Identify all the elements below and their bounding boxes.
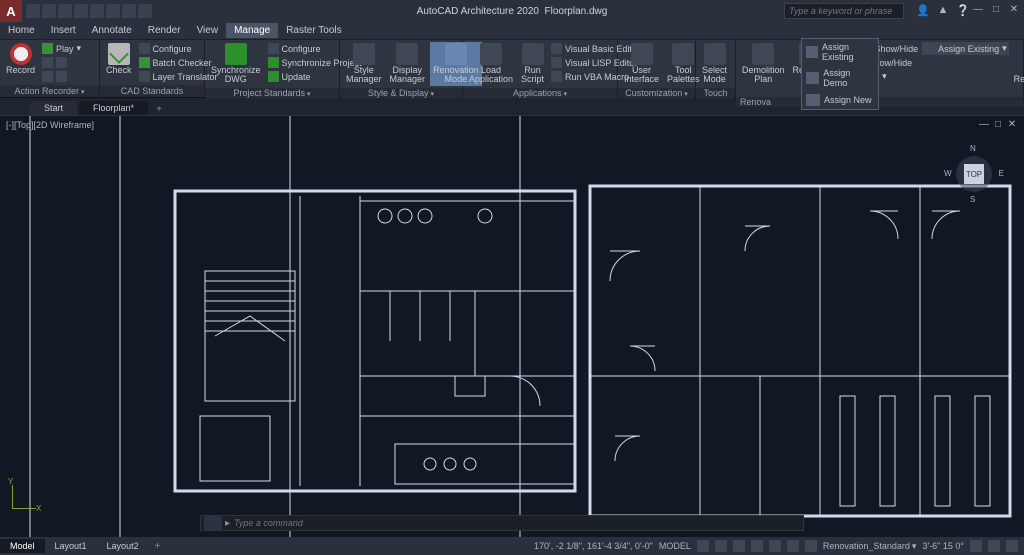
status-toggle[interactable] [787, 540, 799, 552]
maximize-button[interactable]: □ [988, 2, 1004, 16]
menu-annotate[interactable]: Annotate [84, 23, 140, 38]
panel-touch[interactable]: Touch [696, 88, 735, 98]
help-search-input[interactable] [785, 4, 903, 18]
angle-readout[interactable]: 3'-6" 15 0° [922, 541, 964, 551]
status-toggle[interactable] [988, 540, 1000, 552]
command-line[interactable]: ▸ [200, 515, 804, 531]
user-icon[interactable]: 👤 [916, 3, 930, 17]
display-manager-button[interactable]: Display Manager [387, 42, 429, 86]
status-bar: 170', -2 1/8", 161'-4 3/4", 0'-0" MODEL … [534, 540, 1024, 552]
qat-icon[interactable] [74, 4, 88, 18]
qat-icon[interactable] [42, 4, 56, 18]
qat-icon[interactable] [90, 4, 104, 18]
new-doc-button[interactable]: + [150, 104, 168, 115]
viewcube-n[interactable]: N [970, 144, 976, 153]
panel-renovation[interactable]: Renova [736, 97, 1023, 107]
status-toggle[interactable] [805, 540, 817, 552]
panel-customization[interactable]: Customization [618, 88, 695, 98]
style-manager-button[interactable]: Style Manager [343, 42, 385, 86]
check-button[interactable]: Check [103, 42, 135, 76]
panel-style-display[interactable]: Style & Display [340, 88, 462, 98]
select-mode-button[interactable]: Select Mode [699, 42, 730, 86]
minimize-button[interactable]: — [970, 2, 986, 16]
ucs-icon: X Y [10, 481, 40, 511]
qat-icon[interactable] [26, 4, 40, 18]
close-button[interactable]: ✕ [1006, 2, 1022, 16]
status-toggle[interactable] [697, 540, 709, 552]
status-toggle[interactable] [733, 540, 745, 552]
tab-model[interactable]: Model [0, 539, 45, 553]
status-toggle[interactable] [1006, 540, 1018, 552]
record-button[interactable]: Record [3, 42, 38, 76]
reno-standard-dropdown[interactable]: Renovation_Standard ▾ [823, 541, 917, 552]
panel-applications[interactable]: Applications [463, 88, 617, 98]
status-toggle[interactable] [715, 540, 727, 552]
drawing-canvas[interactable]: [-][Top][2D Wireframe] — □ ✕ [0, 116, 1024, 537]
viewcube[interactable]: TOP N S E W [944, 144, 1004, 204]
panel-action-recorder[interactable]: Action Recorder [0, 85, 99, 97]
app-logo[interactable]: A [0, 0, 22, 22]
viewcube-s[interactable]: S [970, 195, 975, 204]
assign-existing-item[interactable]: Assign Existing [802, 39, 878, 65]
layout-tabs: Model Layout1 Layout2 + 170', -2 1/8", 1… [0, 537, 1024, 555]
doc-tab-start[interactable]: Start [30, 101, 77, 115]
status-toggle[interactable] [751, 540, 763, 552]
close-renovation-button[interactable]: ✕Close Renovation Mode [1011, 42, 1024, 95]
panel-project-standards[interactable]: Project Standards [205, 88, 339, 98]
help-search[interactable] [784, 3, 904, 19]
add-layout-button[interactable]: + [149, 539, 167, 554]
recorder-icon[interactable] [40, 56, 83, 69]
load-app-button[interactable]: Load Application [466, 42, 516, 86]
menu-view[interactable]: View [189, 23, 227, 38]
demolition-plan-button[interactable]: Demolition Plan [739, 42, 788, 86]
qat-icon[interactable] [58, 4, 72, 18]
menu-insert[interactable]: Insert [43, 23, 84, 38]
play-button[interactable]: Play▾ [40, 42, 83, 55]
qat-icon[interactable] [122, 4, 136, 18]
assign-new-item[interactable]: Assign New [802, 91, 878, 109]
menu-render[interactable]: Render [140, 23, 189, 38]
tab-layout1[interactable]: Layout1 [45, 539, 97, 553]
panel-cad-standards[interactable]: CAD Standards [100, 85, 204, 97]
coords-readout: 170', -2 1/8", 161'-4 3/4", 0'-0" [534, 541, 653, 551]
recorder-icon[interactable] [40, 70, 83, 83]
viewcube-w[interactable]: W [944, 169, 952, 178]
qat-icons [26, 4, 152, 18]
qat-icon[interactable] [106, 4, 120, 18]
menu-raster[interactable]: Raster Tools [278, 23, 349, 38]
floorplan-drawing [0, 116, 1024, 537]
status-toggle[interactable] [769, 540, 781, 552]
run-script-button[interactable]: Run Script [518, 42, 547, 86]
assign-dropdown: Assign Existing Assign Demo Assign New [801, 38, 879, 110]
user-interface-button[interactable]: User Interface [621, 42, 662, 86]
help-icon[interactable]: ❔ [956, 3, 970, 17]
doc-tab-floorplan[interactable]: Floorplan* [79, 101, 148, 115]
menu-home[interactable]: Home [0, 23, 43, 38]
assign-demo-item[interactable]: Assign Demo [802, 65, 878, 91]
title-text: AutoCAD Architecture 2020 Floorplan.dwg [417, 6, 608, 17]
assign-existing-button[interactable]: Assign Existing▾ [922, 42, 1009, 55]
viewcube-top[interactable]: TOP [964, 164, 984, 184]
model-badge[interactable]: MODEL [659, 541, 691, 551]
command-input[interactable] [230, 518, 803, 528]
menu-manage[interactable]: Manage [226, 23, 278, 38]
command-prompt-icon[interactable] [204, 516, 222, 530]
status-toggle[interactable] [970, 540, 982, 552]
qat-icon[interactable] [138, 4, 152, 18]
sync-dwg-button[interactable]: Synchronize DWG [208, 42, 264, 86]
tab-layout2[interactable]: Layout2 [97, 539, 149, 553]
viewcube-e[interactable]: E [999, 169, 1004, 178]
autodesk-icon[interactable]: ▲ [936, 3, 950, 17]
